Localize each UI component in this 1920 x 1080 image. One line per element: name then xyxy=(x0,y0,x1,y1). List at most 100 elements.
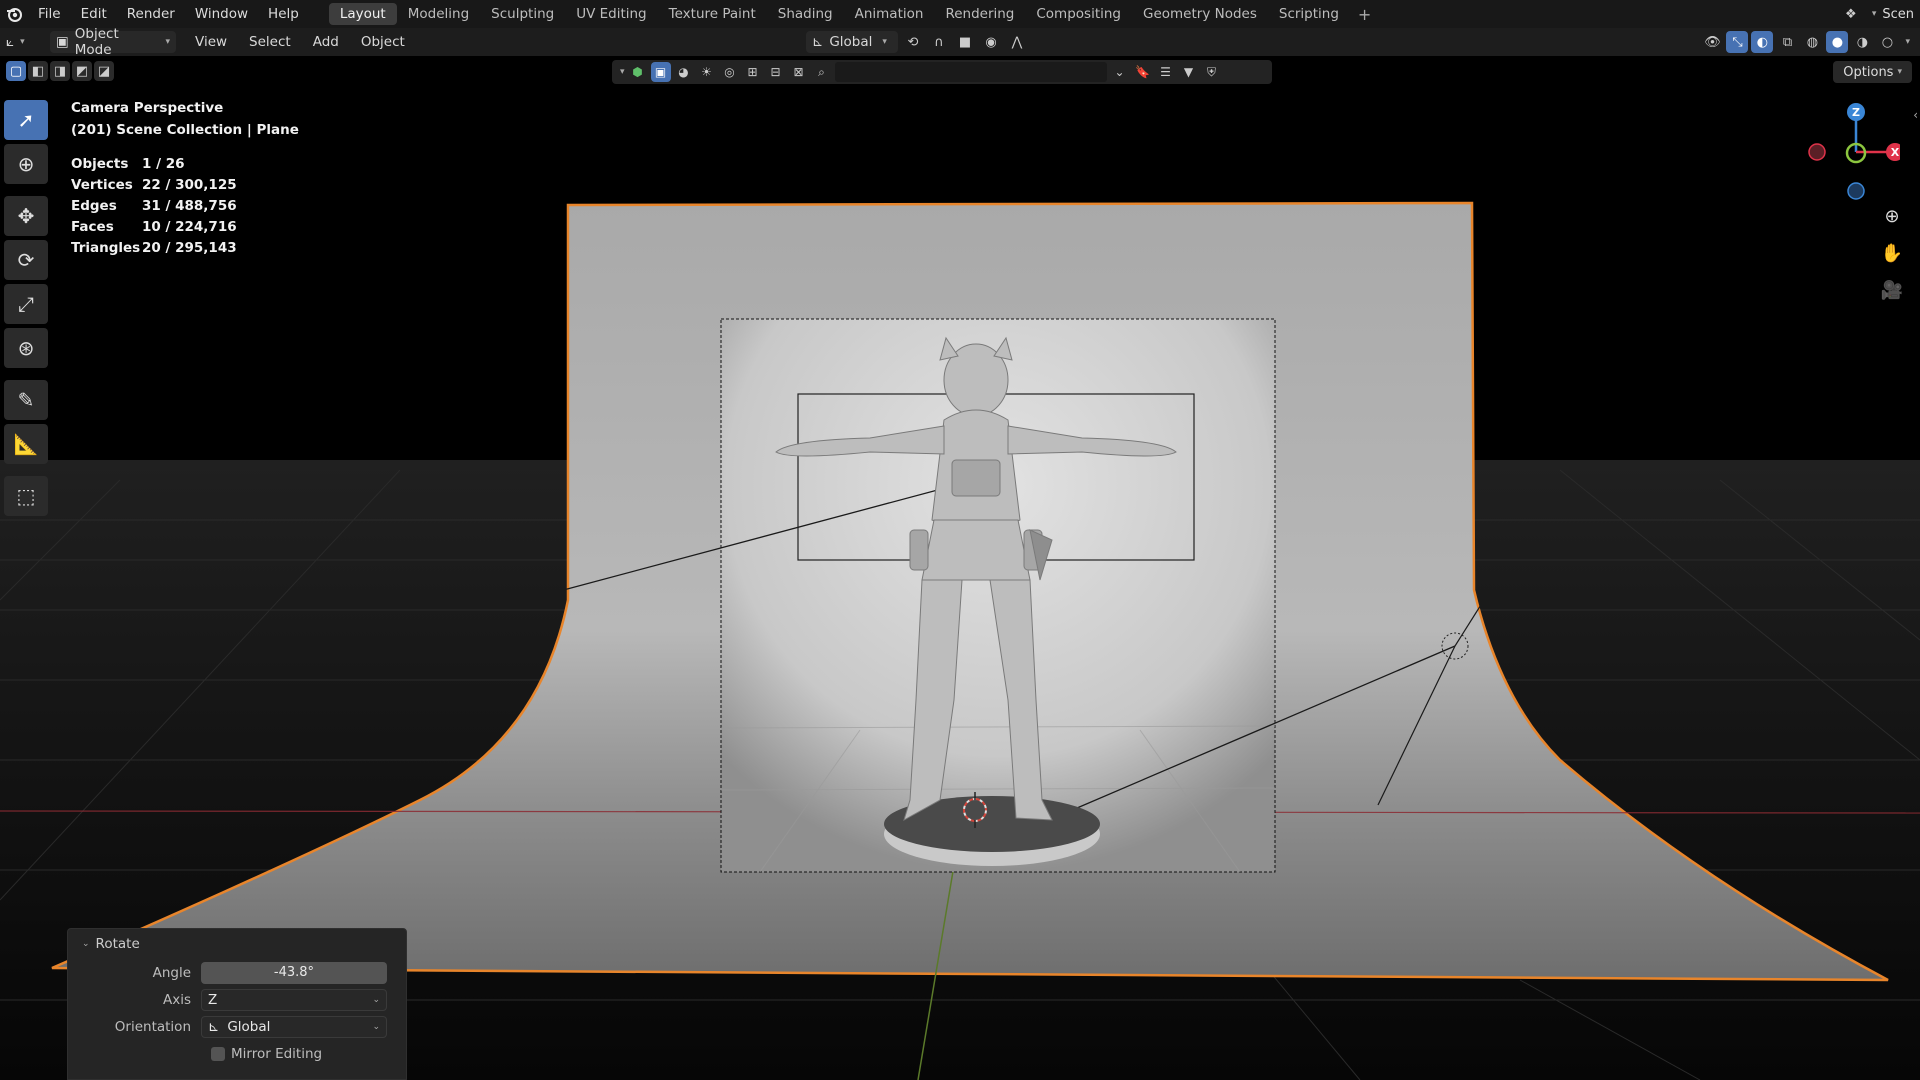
chevron-down-icon: ▾ xyxy=(165,37,170,47)
measure-tool-icon[interactable]: 📐 xyxy=(4,424,48,464)
xray-toggle-icon[interactable]: ⧉ xyxy=(1776,31,1798,53)
menu-file[interactable]: File xyxy=(28,0,71,28)
scene-name[interactable]: Scen xyxy=(1882,7,1914,22)
expand-icon[interactable]: ⌄ xyxy=(1110,62,1130,82)
select-subtract-icon[interactable]: ◨ xyxy=(50,61,70,81)
transform-tool-icon[interactable]: ⊛ xyxy=(4,328,48,368)
gizmo-toggle-icon[interactable]: ⤡ xyxy=(1726,31,1749,53)
select-invert-icon[interactable]: ◩ xyxy=(72,61,92,81)
add-workspace-button[interactable]: + xyxy=(1350,5,1379,24)
collection-info: (201) Scene Collection | Plane xyxy=(71,122,299,138)
menu-select[interactable]: Select xyxy=(238,31,302,53)
tab-sculpting[interactable]: Sculpting xyxy=(480,3,565,25)
scale-tool-icon[interactable]: ⤢ xyxy=(4,284,48,324)
tab-scripting[interactable]: Scripting xyxy=(1268,3,1350,25)
falloff-icon[interactable]: ⋀ xyxy=(1006,31,1028,53)
mode-selector[interactable]: ▣ Object Mode ▾ xyxy=(50,26,176,58)
chevron-down-icon[interactable]: ▾ xyxy=(1905,37,1910,47)
filter-icon[interactable]: ▼ xyxy=(1179,62,1199,82)
orientation-value: Global xyxy=(227,1018,271,1035)
menu-object[interactable]: Object xyxy=(350,31,416,53)
tab-layout[interactable]: Layout xyxy=(328,3,397,25)
angle-row: Angle -43.8° xyxy=(68,959,406,986)
add-cube-tool-icon[interactable]: ⬚ xyxy=(4,476,48,516)
tab-rendering[interactable]: Rendering xyxy=(934,3,1025,25)
chevron-down-icon: ▾ xyxy=(20,37,25,47)
pan-hand-icon[interactable]: ✋ xyxy=(1876,237,1908,269)
orientation-row: Orientation ⊾ Global ⌄ xyxy=(68,1013,406,1040)
options-label: Options xyxy=(1843,64,1894,80)
solid-shading-icon[interactable]: ● xyxy=(1826,31,1849,53)
annotate-tool-icon[interactable]: ✎ xyxy=(4,380,48,420)
armature-filter-icon[interactable]: ⊠ xyxy=(789,62,809,82)
tab-compositing[interactable]: Compositing xyxy=(1025,3,1132,25)
rotate-tool-icon[interactable]: ⟳ xyxy=(4,240,48,280)
stat-label: Faces xyxy=(71,219,114,235)
menu-edit[interactable]: Edit xyxy=(71,0,117,28)
mirror-editing-checkbox[interactable] xyxy=(211,1046,225,1061)
restrict-icon[interactable]: ⛨ xyxy=(1202,62,1222,82)
chevron-down-icon: ▾ xyxy=(882,37,887,47)
object-filter-icon[interactable]: ⬢ xyxy=(628,62,648,82)
viewport-info-overlay: Camera Perspective (201) Scene Collectio… xyxy=(71,100,299,261)
navigation-gizmo[interactable]: Z X xyxy=(1800,100,1904,210)
scene-selector-icon[interactable]: ❖ xyxy=(1840,3,1862,25)
zoom-icon[interactable]: ⊕ xyxy=(1876,200,1908,232)
operator-panel-header[interactable]: ⌄ Rotate xyxy=(68,929,406,959)
proportional-edit-icon[interactable]: ◉ xyxy=(980,31,1002,53)
camera-filter-icon[interactable]: ◎ xyxy=(720,62,740,82)
material-shading-icon[interactable]: ◑ xyxy=(1851,31,1873,53)
pivot-point-icon[interactable]: ⟲ xyxy=(902,31,924,53)
stat-label: Edges xyxy=(71,198,117,214)
menu-render[interactable]: Render xyxy=(117,0,185,28)
bookmark-icon[interactable]: 🔖 xyxy=(1133,62,1153,82)
empty-filter-icon[interactable]: ⊞ xyxy=(743,62,763,82)
menu-add[interactable]: Add xyxy=(302,31,350,53)
snap-target-icon[interactable]: ■ xyxy=(954,31,976,53)
blender-logo-icon[interactable] xyxy=(0,0,28,28)
cursor-tool-icon[interactable]: ⊕ xyxy=(4,144,48,184)
visibility-icon[interactable]: 👁 xyxy=(1701,31,1723,53)
orientation-icon: ⊾ xyxy=(812,34,824,50)
tab-texture-paint[interactable]: Texture Paint xyxy=(658,3,767,25)
gizmo-x-label: X xyxy=(1891,146,1900,159)
menu-help[interactable]: Help xyxy=(258,0,309,28)
mesh-filter-icon[interactable]: ▣ xyxy=(650,62,671,82)
light-filter-icon[interactable]: ☀ xyxy=(697,62,717,82)
outliner-display-icon[interactable]: ☰ xyxy=(1156,62,1176,82)
overlay-toggle-icon[interactable]: ◐ xyxy=(1751,31,1774,53)
tab-modeling[interactable]: Modeling xyxy=(397,3,480,25)
tab-shading[interactable]: Shading xyxy=(767,3,844,25)
axis-row: Axis Z ⌄ xyxy=(68,986,406,1013)
tab-geometry-nodes[interactable]: Geometry Nodes xyxy=(1132,3,1268,25)
wireframe-shading-icon[interactable]: ◍ xyxy=(1801,31,1823,53)
snap-icon[interactable]: ∩ xyxy=(928,31,950,53)
search-input[interactable] xyxy=(834,62,1107,82)
menu-view[interactable]: View xyxy=(184,31,238,53)
gizmo-neg-x[interactable] xyxy=(1808,143,1826,161)
select-extend-icon[interactable]: ◧ xyxy=(28,61,48,81)
stat-value: 22 / 300,125 xyxy=(142,177,237,193)
other-filter-icon[interactable]: ⊟ xyxy=(766,62,786,82)
tab-animation[interactable]: Animation xyxy=(844,3,935,25)
chevron-down-icon[interactable]: ▾ xyxy=(620,67,625,77)
rendered-shading-icon[interactable]: ○ xyxy=(1876,31,1898,53)
curve-filter-icon[interactable]: ◕ xyxy=(674,62,694,82)
editor-type-selector[interactable]: ⟀ ▾ xyxy=(6,31,42,53)
select-intersect-icon[interactable]: ◪ xyxy=(94,61,114,81)
move-tool-icon[interactable]: ✥ xyxy=(4,196,48,236)
select-tool-icon[interactable]: ➚ xyxy=(4,100,48,140)
top-menu-bar: File Edit Render Window Help Layout Mode… xyxy=(0,0,1920,28)
tab-uv-editing[interactable]: UV Editing xyxy=(565,3,657,25)
gizmo-z-label: Z xyxy=(1852,106,1860,119)
orientation-select[interactable]: ⊾ Global ⌄ xyxy=(201,1015,387,1038)
angle-field[interactable]: -43.8° xyxy=(201,961,387,984)
menu-window[interactable]: Window xyxy=(185,0,258,28)
axis-select[interactable]: Z ⌄ xyxy=(201,988,387,1011)
sidebar-toggle-icon[interactable]: ‹ xyxy=(1913,108,1918,122)
transform-orientation-selector[interactable]: ⊾ Global ▾ xyxy=(806,31,898,53)
options-button[interactable]: Options ▾ xyxy=(1833,61,1912,83)
select-new-icon[interactable]: ▢ xyxy=(6,61,26,81)
gizmo-neg-z[interactable] xyxy=(1847,182,1865,200)
camera-view-icon[interactable]: 🎥 xyxy=(1876,274,1908,306)
